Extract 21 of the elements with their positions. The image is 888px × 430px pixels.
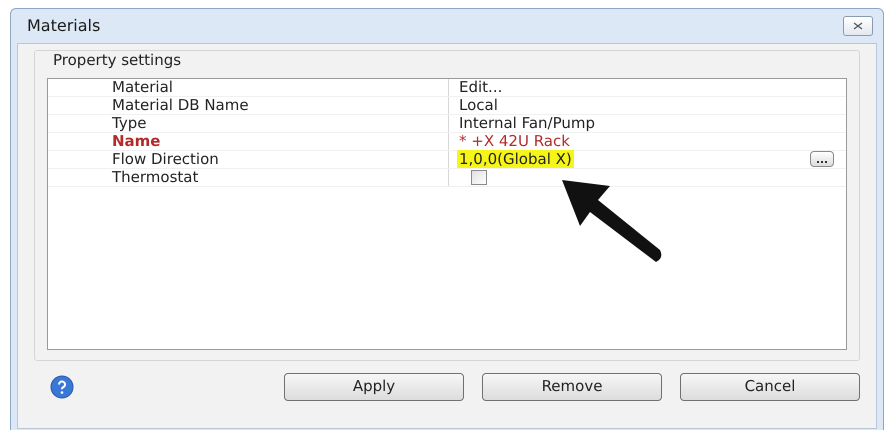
property-name: Flow Direction xyxy=(112,150,219,168)
property-name: Material xyxy=(112,78,173,96)
close-button[interactable] xyxy=(843,16,873,36)
group-title: Property settings xyxy=(52,50,182,71)
ellipsis-button[interactable] xyxy=(810,151,834,167)
property-value: Internal Fan/Pump xyxy=(458,114,596,132)
dialog-button[interactable]: Cancel xyxy=(680,372,860,400)
property-name: Material DB Name xyxy=(112,96,249,114)
help-icon[interactable] xyxy=(50,374,74,398)
property-name: Type xyxy=(112,114,146,132)
property-value: Local xyxy=(458,96,499,114)
property-value: 1,0,0(Global X) xyxy=(457,150,574,168)
property-name: Name xyxy=(112,132,160,150)
property-name: Thermostat xyxy=(112,168,198,186)
dialog-button[interactable]: Remove xyxy=(482,372,662,400)
close-icon xyxy=(853,22,863,30)
checkbox[interactable] xyxy=(471,170,487,184)
property-value: * +X 42U Rack xyxy=(458,132,571,150)
window-title: Materials xyxy=(27,15,100,37)
dialog-button[interactable]: Apply xyxy=(284,372,464,400)
property-value: Edit... xyxy=(458,78,504,96)
